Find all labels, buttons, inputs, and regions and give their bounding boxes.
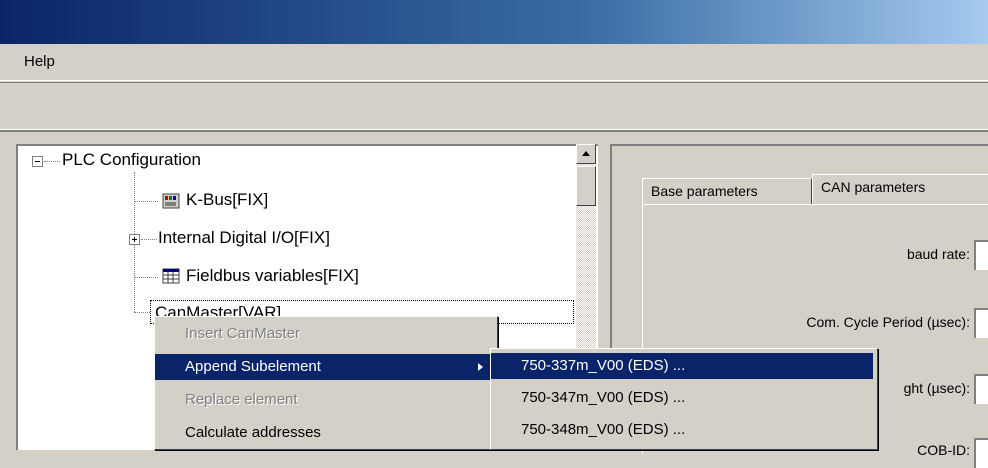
tab-can-label: CAN parameters [821, 179, 926, 195]
cob-id-label: COB-ID: [917, 442, 970, 458]
baud-rate-field[interactable] [974, 240, 988, 270]
menu-item-calculate-addresses[interactable]: Calculate addresses [155, 420, 493, 446]
grid-icon [162, 268, 180, 284]
menu-item-replace-label: Replace element [185, 391, 298, 408]
submenu-item-750-348[interactable]: 750-348m_V00 (EDS) ... [491, 417, 873, 443]
submenu-item-label: 750-348m_V00 (EDS) ... [521, 421, 686, 438]
cycle-period-field[interactable] [974, 308, 988, 338]
cycle-period-label: Com. Cycle Period (µsec): [806, 314, 970, 330]
menu-item-append-subelement[interactable]: Append Subelement [155, 354, 493, 380]
menu-help[interactable]: Help [24, 53, 55, 70]
tree-item-kbus[interactable]: K-Bus[FIX] [186, 190, 268, 210]
submenu-arrow-icon [478, 363, 483, 371]
submenu-item-750-347[interactable]: 750-347m_V00 (EDS) ... [491, 385, 873, 411]
module-icon [162, 193, 180, 209]
submenu: 750-337m_V00 (EDS) ... 750-347m_V00 (EDS… [490, 348, 878, 450]
menu-bar: Help [0, 44, 988, 81]
scroll-up-button[interactable] [576, 144, 596, 164]
sync-length-label: ght (µsec): [903, 380, 970, 396]
submenu-item-750-337[interactable]: 750-337m_V00 (EDS) ... [491, 353, 873, 379]
tree-item-internal-digital-io[interactable]: Internal Digital I/O[FIX] [158, 228, 330, 248]
menu-item-replace-element[interactable]: Replace element [155, 387, 493, 413]
tree-connector [134, 201, 158, 202]
context-menu: Insert CanMaster Append Subelement Repla… [154, 316, 498, 450]
scroll-thumb[interactable] [576, 166, 596, 206]
sync-length-field[interactable] [974, 374, 988, 404]
baud-rate-label: baud rate: [906, 246, 970, 262]
tab-base-label: Base parameters [651, 183, 758, 199]
tab-panel-border [642, 204, 988, 205]
tree-connector [141, 239, 157, 240]
collapse-root-icon[interactable] [32, 156, 43, 167]
tree-item-fieldbus-variables[interactable]: Fieldbus variables[FIX] [186, 266, 359, 286]
tab-base-parameters[interactable]: Base parameters [642, 178, 812, 204]
arrow-up-icon [582, 151, 590, 156]
menu-item-calculate-label: Calculate addresses [185, 424, 321, 441]
menu-item-insert-canmaster[interactable]: Insert CanMaster [155, 321, 493, 347]
tab-can-parameters[interactable]: CAN parameters [812, 174, 988, 206]
submenu-item-label: 750-347m_V00 (EDS) ... [521, 389, 686, 406]
expand-icon[interactable] [129, 234, 140, 245]
toolbar [0, 82, 988, 130]
menu-item-insert-label: Insert CanMaster [185, 325, 301, 342]
tree-connector [134, 312, 150, 313]
tree-connector [44, 161, 60, 162]
tree-connector [134, 277, 158, 278]
menu-item-append-label: Append Subelement [185, 358, 321, 375]
submenu-item-label: 750-337m_V00 (EDS) ... [521, 357, 686, 374]
cob-id-field[interactable] [974, 438, 988, 468]
window-title-bar [0, 0, 988, 44]
tree-root-plc-configuration[interactable]: PLC Configuration [62, 150, 201, 170]
